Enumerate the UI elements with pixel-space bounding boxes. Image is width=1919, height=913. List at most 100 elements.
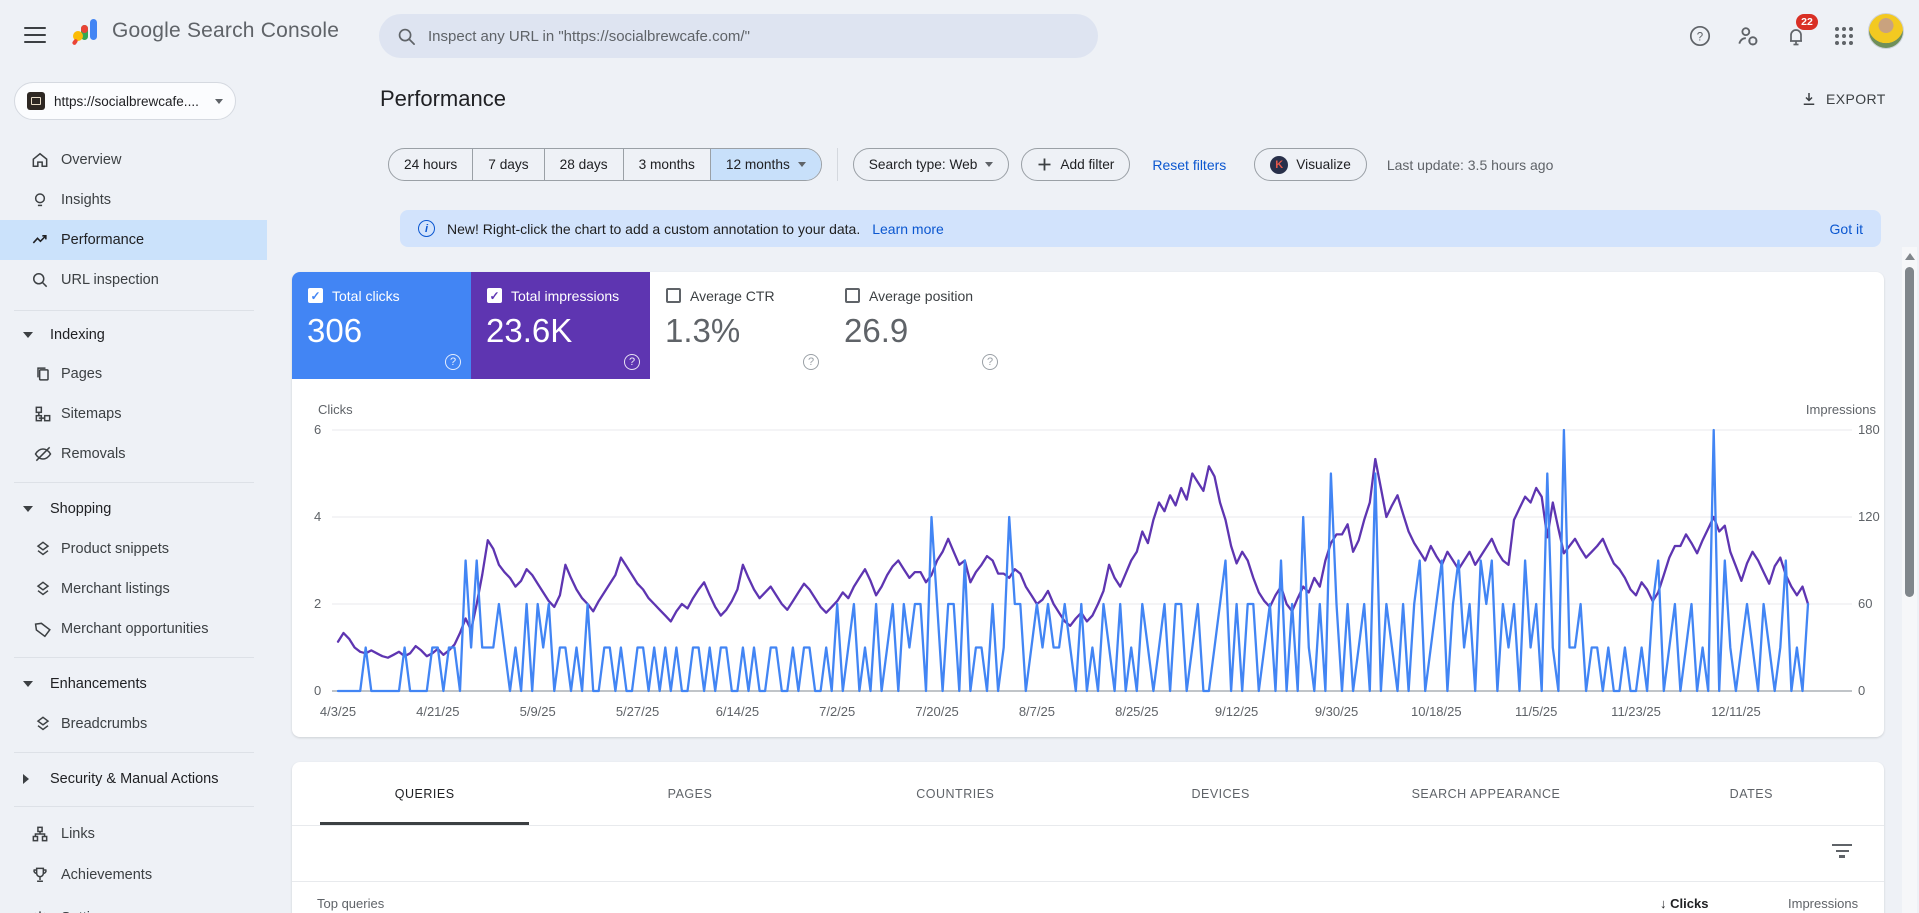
sidebar-item-breadcrumbs[interactable]: Breadcrumbs	[0, 704, 267, 744]
pages-icon	[33, 364, 53, 384]
sidebar-item-insights[interactable]: Insights	[0, 180, 267, 220]
search-type-dropdown[interactable]: Search type: Web	[852, 148, 1010, 181]
google-search-console-app: Google Search Console Inspect any URL in…	[0, 0, 1919, 913]
notifications-bell-icon[interactable]: 22	[1782, 14, 1818, 50]
property-favicon	[27, 92, 45, 110]
x-tick-label: 12/11/25	[1711, 704, 1761, 719]
url-inspect-searchbar[interactable]: Inspect any URL in "https://socialbrewca…	[379, 14, 1098, 58]
divider	[14, 482, 254, 483]
sidebar-section-enhancements[interactable]: Enhancements	[0, 665, 267, 703]
tab-queries[interactable]: QUERIES	[292, 762, 557, 825]
tab-devices[interactable]: DEVICES	[1088, 762, 1353, 825]
sidebar-item-label: Removals	[61, 446, 126, 462]
sidebar-item-label: Overview	[61, 152, 122, 168]
scrollbar-track[interactable]	[1902, 247, 1917, 913]
visualize-button[interactable]: K Visualize	[1254, 148, 1367, 181]
sidebar-section-indexing[interactable]: Indexing	[0, 316, 267, 354]
sidebar-item-merchant-opportunities[interactable]: Merchant opportunities	[0, 609, 267, 649]
tab-pages[interactable]: PAGES	[557, 762, 822, 825]
add-filter-label: Add filter	[1060, 157, 1115, 172]
range-7-days[interactable]: 7 days	[473, 149, 545, 180]
app-logo[interactable]: Google Search Console	[70, 16, 339, 46]
metric-card-total-impressions[interactable]: ✓ Total impressions 23.6K ?	[471, 272, 650, 379]
hamburger-menu-icon[interactable]	[24, 27, 46, 43]
help-circle-icon[interactable]: ?	[982, 354, 998, 370]
sidebar-item-merchant-listings[interactable]: Merchant listings	[0, 569, 267, 609]
sidebar-item-pages[interactable]: Pages	[0, 354, 267, 394]
add-filter-button[interactable]: Add filter	[1021, 148, 1131, 181]
range-12-months-selected[interactable]: 12 months	[710, 149, 821, 180]
sidebar-item-label: Performance	[61, 232, 145, 248]
chevron-down-icon	[215, 98, 223, 104]
sidebar-item-product-snippets[interactable]: Product snippets	[0, 529, 267, 569]
metric-card-average-position[interactable]: Average position 26.9 ?	[829, 272, 1008, 379]
banner-text: New! Right-click the chart to add a cust…	[447, 220, 861, 237]
y-tick: 6	[314, 422, 322, 437]
sidebar-item-achievements[interactable]: Achievements	[0, 855, 267, 895]
scrollbar-up-arrow-icon[interactable]	[1905, 253, 1915, 260]
sort-column-clicks[interactable]: ↓ Clicks	[1660, 896, 1708, 911]
help-circle-icon[interactable]: ?	[624, 354, 640, 370]
reset-filters-link[interactable]: Reset filters	[1152, 157, 1226, 173]
x-tick-label: 9/30/25	[1314, 704, 1359, 719]
top-bar: Google Search Console Inspect any URL in…	[0, 0, 1919, 72]
help-circle-icon[interactable]: ?	[445, 354, 461, 370]
user-avatar[interactable]	[1868, 13, 1904, 49]
range-24-hours[interactable]: 24 hours	[389, 149, 474, 180]
sidebar-section-security-manual-actions[interactable]: Security & Manual Actions	[0, 760, 267, 798]
clicks-impressions-line-chart[interactable]	[332, 422, 1852, 694]
x-tick-label: 11/5/25	[1514, 704, 1558, 719]
account-settings-icon[interactable]	[1734, 22, 1762, 50]
metric-card-total-clicks[interactable]: ✓ Total clicks 306 ?	[292, 272, 471, 379]
section-label: Enhancements	[50, 676, 147, 692]
trophy-icon	[30, 865, 50, 885]
sidebar-section-shopping[interactable]: Shopping	[0, 490, 267, 528]
sidebar-item-sitemaps[interactable]: Sitemaps	[0, 394, 267, 434]
help-circle-icon[interactable]: ?	[803, 354, 819, 370]
range-3-months[interactable]: 3 months	[624, 149, 711, 180]
export-label: EXPORT	[1826, 91, 1886, 107]
checkbox-unchecked-icon[interactable]	[845, 288, 860, 303]
x-tick-label: 8/7/25	[1018, 704, 1055, 719]
magnifier-icon	[30, 270, 50, 290]
tab-countries[interactable]: COUNTRIES	[823, 762, 1088, 825]
scrollbar-thumb[interactable]	[1905, 267, 1914, 597]
column-impressions[interactable]: Impressions	[1788, 896, 1858, 911]
metric-card-average-ctr[interactable]: Average CTR 1.3% ?	[650, 272, 829, 379]
google-apps-grid-icon[interactable]	[1830, 22, 1858, 50]
x-tick-label: 9/12/25	[1214, 704, 1259, 719]
sidebar-item-links[interactable]: Links	[0, 814, 267, 854]
got-it-button[interactable]: Got it	[1830, 221, 1863, 237]
sidebar-item-label: Sitemaps	[61, 406, 122, 422]
dimensions-panel: QUERIES PAGES COUNTRIES DEVICES SEARCH A…	[292, 762, 1884, 913]
checkbox-checked-icon[interactable]: ✓	[308, 288, 323, 303]
section-label: Shopping	[50, 501, 112, 517]
sidebar-item-url-inspection[interactable]: URL inspection	[0, 260, 267, 300]
search-placeholder: Inspect any URL in "https://socialbrewca…	[428, 27, 750, 45]
sidebar-item-label: Merchant listings	[61, 581, 170, 597]
eye-off-icon	[33, 444, 53, 464]
sidebar-item-settings[interactable]: Settings	[0, 898, 267, 913]
sidebar-item-removals[interactable]: Removals	[0, 434, 267, 474]
links-icon	[30, 824, 50, 844]
tab-dates[interactable]: DATES	[1619, 762, 1884, 825]
clicks-column-label: Clicks	[1670, 896, 1709, 911]
sidebar-item-overview[interactable]: Overview	[0, 140, 267, 180]
section-label: Indexing	[50, 327, 105, 343]
export-button[interactable]: EXPORT	[1800, 90, 1886, 108]
checkbox-unchecked-icon[interactable]	[666, 288, 681, 303]
range-28-days[interactable]: 28 days	[545, 149, 624, 180]
divider	[14, 806, 254, 807]
property-selector[interactable]: https://socialbrewcafe....	[14, 82, 236, 120]
checkbox-checked-icon[interactable]: ✓	[487, 288, 502, 303]
sidebar-item-performance[interactable]: Performance	[0, 220, 267, 260]
notification-count-badge: 22	[1796, 14, 1818, 30]
filter-list-icon[interactable]	[1832, 844, 1852, 860]
x-tick-label: 5/27/25	[615, 704, 660, 719]
impressions-line	[336, 457, 1810, 659]
help-icon[interactable]: ?	[1686, 22, 1714, 50]
search-icon	[398, 28, 415, 45]
metric-label: Total clicks	[332, 288, 400, 304]
learn-more-link[interactable]: Learn more	[872, 221, 944, 237]
tab-search-appearance[interactable]: SEARCH APPEARANCE	[1353, 762, 1618, 825]
